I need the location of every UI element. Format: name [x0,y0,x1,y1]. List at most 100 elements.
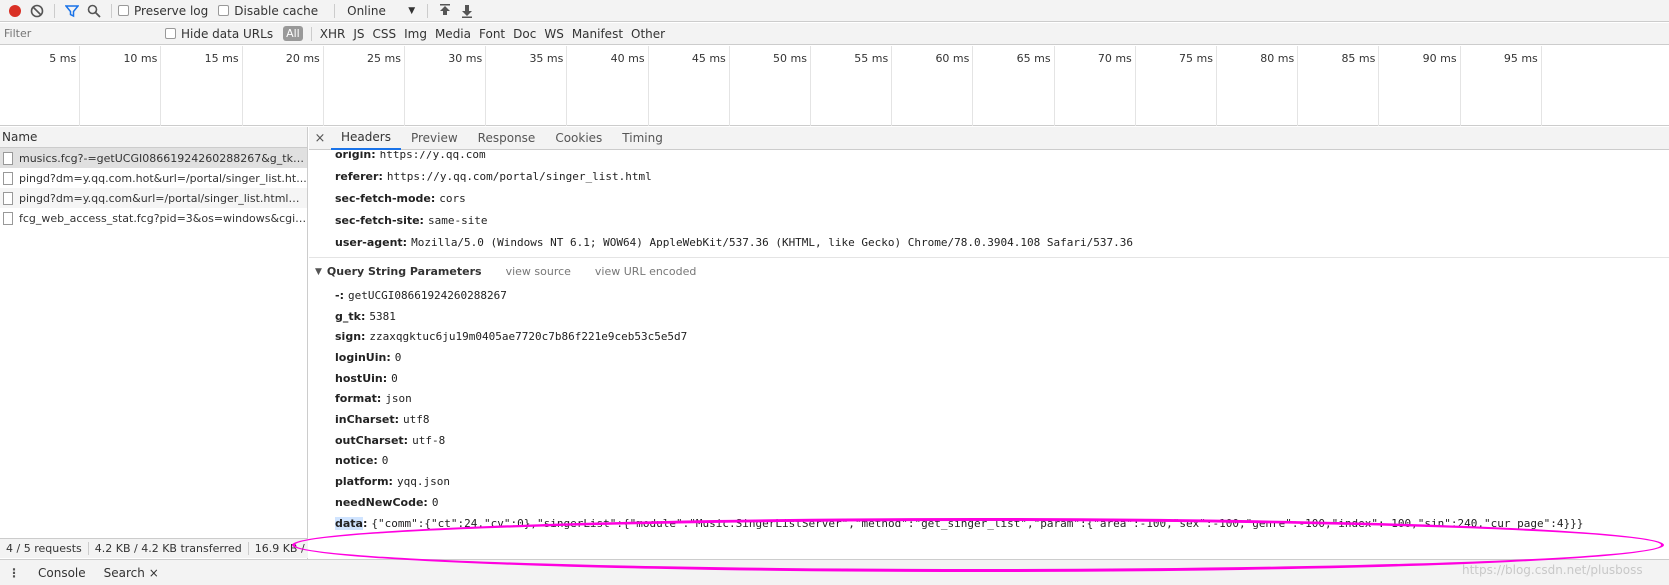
header-key: sec-fetch-mode: [335,191,436,205]
preserve-log-checkbox[interactable]: Preserve log [118,4,208,18]
type-filter-js[interactable]: JS [349,27,368,41]
param-value: 0 [394,350,402,364]
request-row[interactable]: fcg_web_access_stat.fcg?pid=3&os=windows… [0,208,307,228]
tab-cookies[interactable]: Cookies [545,127,612,150]
request-row[interactable]: musics.fcg?-=getUCGI08661924260288267&g_… [0,148,307,168]
header-key: sec-fetch-site: [335,213,424,227]
checkbox-box [218,5,230,16]
timeline-tick-label: 80 ms [1260,52,1295,65]
close-icon[interactable]: × [149,566,159,580]
query-params-section-header[interactable]: ▼ Query String Parameters view source vi… [309,257,1669,285]
type-filter-media[interactable]: Media [431,27,475,41]
timeline-tick-label: 85 ms [1341,52,1376,65]
type-filter-other[interactable]: Other [627,27,669,41]
view-url-encoded-link[interactable]: view URL encoded [595,265,696,278]
type-filter-css[interactable]: CSS [368,27,400,41]
clear-button[interactable] [26,1,48,21]
network-status-bar: 4 / 5 requests 4.2 KB / 4.2 KB transferr… [0,538,308,558]
throttle-value: Online [347,3,386,18]
headers-content[interactable]: origin: https://y.qq.com referer: https://… [309,151,1669,558]
timeline-tick: 90 ms [1423,46,1461,126]
disable-cache-checkbox[interactable]: Disable cache [218,4,318,18]
param-key: g_tk: [335,309,366,323]
type-filter-all[interactable]: All [283,26,303,41]
transferred-size: 4.2 KB / 4.2 KB transferred [89,542,249,555]
tab-response[interactable]: Response [468,127,546,150]
tab-preview[interactable]: Preview [401,127,468,150]
header-key: user-agent: [335,235,408,249]
more-icon[interactable]: ⋮ [8,566,20,580]
header-row: sec-fetch-mode: cors [309,187,1669,209]
filter-icon [65,4,79,17]
search-button[interactable] [83,1,105,21]
header-value: Mozilla/5.0 (Windows NT 6.1; WOW64) Appl… [411,235,1133,249]
type-filter-img[interactable]: Img [400,27,431,41]
param-row-data: data: {"comm":{"ct":24,"cv":0},"singerLi… [309,513,1669,535]
param-row: g_tk: 5381 [309,306,1669,327]
timeline-tick-label: 35 ms [529,52,564,65]
clear-icon [30,4,44,17]
request-list: Name musics.fcg?-=getUCGI086619242602882… [0,127,308,585]
param-row: notice: 0 [309,451,1669,472]
export-har-button[interactable] [456,1,478,21]
drawer-tab-search-label: Search [103,565,145,580]
timeline-tick: 60 ms [935,46,974,126]
param-key: platform: [335,475,393,489]
timeline-tick: 5 ms [49,46,81,126]
type-filter-doc[interactable]: Doc [509,27,540,41]
request-count: 4 / 5 requests [0,542,89,555]
param-colon: : [362,517,368,531]
type-filter-xhr[interactable]: XHR [316,27,350,41]
search-icon [87,4,101,18]
request-name: pingd?dm=y.qq.com&url=/portal/singer_lis… [19,191,307,205]
record-button[interactable] [4,1,26,21]
timeline-tick: 75 ms [1179,46,1217,126]
timeline-tick: 25 ms [367,46,405,126]
disable-cache-label: Disable cache [234,3,319,18]
timeline-overview[interactable]: 5 ms 10 ms 15 ms 20 ms 25 ms 30 ms 35 ms 40 ms 4… [0,46,1669,126]
timeline-tick: 40 ms [611,46,649,126]
hide-data-urls-checkbox[interactable]: Hide data URLs [165,27,273,41]
drawer-tab-console[interactable]: Console [38,566,86,580]
param-key: -: [335,288,344,302]
view-source-link[interactable]: view source [506,265,571,278]
filter-input[interactable] [0,23,165,44]
file-icon [3,171,13,185]
import-har-button[interactable] [434,1,456,21]
close-icon[interactable]: × [309,131,331,146]
timeline-tick-label: 25 ms [367,52,401,65]
request-name: pingd?dm=y.qq.com.hot&url=/portal/singer… [19,171,307,185]
checkbox-box [118,5,129,16]
tab-headers[interactable]: Headers [331,127,401,150]
drawer-tab-search[interactable]: Search × [104,566,159,580]
param-row: -: getUCGI08661924260288267 [309,285,1669,306]
filter-toggle-button[interactable] [61,1,83,21]
param-value: 0 [391,371,398,385]
header-row: user-agent: Mozilla/5.0 (Windows NT 6.1; … [309,231,1669,253]
header-row: origin: https://y.qq.com [309,151,1669,165]
tab-timing[interactable]: Timing [612,127,673,150]
type-filter-ws[interactable]: WS [540,27,567,41]
param-row: needNewCode: 0 [309,492,1669,513]
param-value: yqq.json [396,475,450,489]
param-key: hostUin: [335,371,388,385]
timeline-tick-label: 15 ms [204,52,239,65]
type-filter-font[interactable]: Font [475,27,509,41]
download-icon [462,4,473,18]
filter-bar: Hide data URLs All XHR JS CSS Img Media … [0,23,1669,45]
param-value: utf-8 [412,433,446,447]
name-column-header[interactable]: Name [0,127,307,148]
type-filter-manifest[interactable]: Manifest [568,27,627,41]
header-key: origin: [335,151,376,161]
timeline-tick-label: 70 ms [1097,52,1132,65]
request-row[interactable]: pingd?dm=y.qq.com.hot&url=/portal/singer… [0,168,307,188]
throttle-select[interactable]: Online ▼ [341,4,421,18]
toolbar-divider [427,3,429,18]
request-row[interactable]: pingd?dm=y.qq.com&url=/portal/singer_lis… [0,188,307,208]
param-key: data [335,517,363,531]
triangle-down-icon: ▼ [315,266,322,277]
toolbar-divider [111,3,112,18]
section-title: Query String Parameters [326,265,482,278]
detail-tabs: × Headers Preview Response Cookies Timin… [309,127,1669,150]
timeline-tick: 15 ms [205,46,243,126]
